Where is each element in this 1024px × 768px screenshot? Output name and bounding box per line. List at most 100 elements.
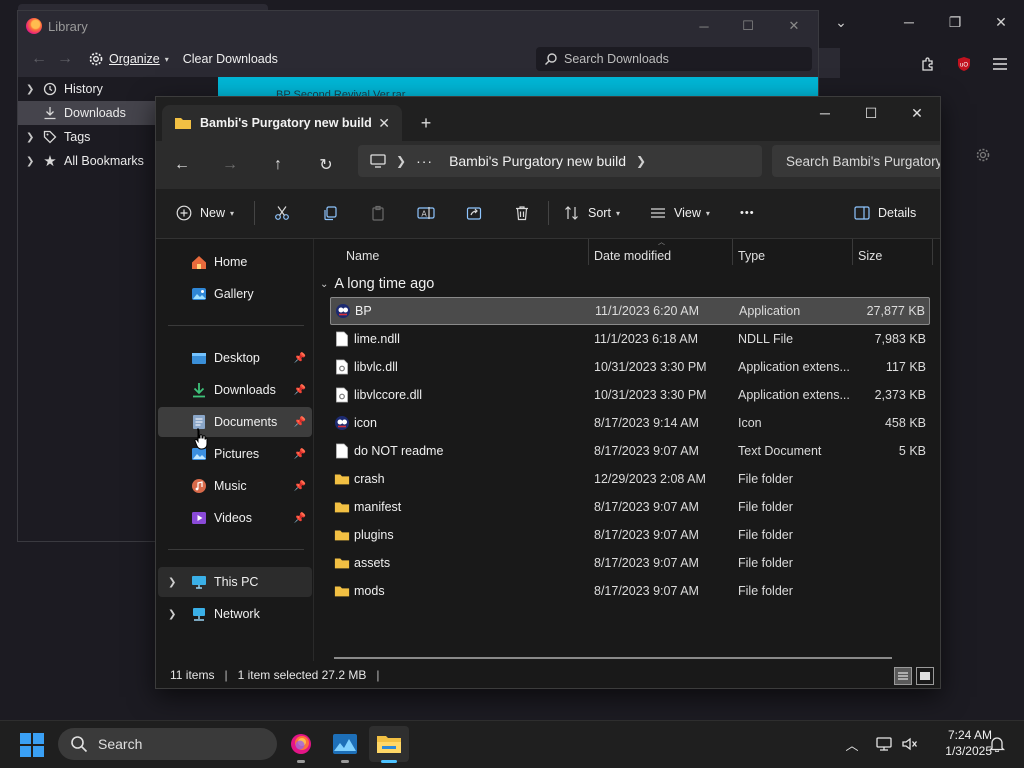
file-row[interactable]: mods 8/17/2023 9:07 AM File folder [330, 577, 930, 605]
rename-icon[interactable]: A [408, 197, 444, 229]
taskbar-firefox-icon[interactable] [281, 726, 321, 762]
group-header[interactable]: ⌄ A long time ago [320, 273, 434, 295]
delete-trash-icon[interactable] [504, 197, 540, 229]
forward-arrow-icon[interactable]: → [52, 50, 78, 68]
refresh-icon[interactable]: ↻ [306, 145, 346, 185]
firefox-tab-list-chevron-icon[interactable]: ⌄ [818, 8, 864, 36]
clear-downloads-button[interactable]: Clear Downloads [183, 52, 278, 66]
sort-button[interactable]: Sort ▾ [564, 197, 620, 229]
breadcrumb-more-icon[interactable]: ··· [416, 153, 433, 169]
new-tab-plus-icon[interactable]: + [412, 109, 440, 137]
nav-item-home[interactable]: Home [158, 247, 312, 277]
firefox-urlbar-edge[interactable] [818, 48, 840, 78]
system-clock[interactable]: 7:24 AM 1/3/2025 [922, 727, 992, 759]
taskbar-file-explorer-icon[interactable] [369, 726, 409, 762]
nav-item-videos[interactable]: Videos 📌 [158, 503, 312, 533]
file-row[interactable]: plugins 8/17/2023 9:07 AM File folder [330, 521, 930, 549]
pin-icon[interactable]: 📌 [294, 449, 306, 460]
file-row[interactable]: assets 8/17/2023 9:07 AM File folder [330, 549, 930, 577]
breadcrumb-chevron-icon[interactable]: ❯ [636, 154, 646, 168]
view-button[interactable]: View ▾ [650, 197, 710, 229]
pin-icon[interactable]: 📌 [294, 513, 306, 524]
paste-icon[interactable] [360, 197, 396, 229]
expander-chevron-icon[interactable]: ❯ [26, 156, 40, 167]
windows-start-icon[interactable] [20, 733, 44, 757]
explorer-close-button[interactable]: ✕ [894, 99, 940, 127]
column-divider[interactable] [932, 239, 933, 265]
file-row[interactable]: icon 8/17/2023 9:14 AM Icon 458 KB [330, 409, 930, 437]
details-view-icon[interactable] [894, 667, 912, 685]
breadcrumb-current[interactable]: Bambi's Purgatory new build [449, 153, 626, 169]
pin-icon[interactable]: 📌 [294, 417, 306, 428]
copy-icon[interactable] [312, 197, 348, 229]
nav-item-documents[interactable]: Documents 📌 [158, 407, 312, 437]
firefox-minimize-button[interactable]: ─ [886, 8, 932, 36]
file-row[interactable]: libvlccore.dll 10/31/2023 3:30 PM Applicat… [330, 381, 930, 409]
file-name: mods [354, 584, 385, 598]
column-header-type[interactable]: Type [730, 243, 850, 269]
file-date: 8/17/2023 9:07 AM [594, 528, 699, 542]
show-hidden-icons-chevron-icon[interactable]: ︿ [840, 732, 864, 756]
new-button[interactable]: New ▾ [176, 197, 234, 229]
expand-chevron-icon[interactable]: ❯ [168, 577, 176, 588]
expand-chevron-icon[interactable]: ❯ [168, 609, 176, 620]
file-row[interactable]: lime.ndll 11/1/2023 6:18 AM NDLL File 7,983… [330, 325, 930, 353]
pin-icon[interactable]: 📌 [294, 353, 306, 364]
close-tab-icon[interactable]: ✕ [378, 115, 390, 132]
file-row[interactable]: libvlc.dll 10/31/2023 3:30 PM Application … [330, 353, 930, 381]
cut-icon[interactable] [264, 197, 300, 229]
taskbar-search[interactable]: Search [58, 728, 277, 760]
file-row[interactable]: manifest 8/17/2023 9:07 AM File folder [330, 493, 930, 521]
explorer-minimize-button[interactable]: ─ [802, 99, 848, 127]
back-arrow-icon[interactable]: ← [162, 145, 202, 185]
taskbar-app-icon[interactable] [325, 726, 365, 762]
nav-item-this-pc[interactable]: ❯ This PC [158, 567, 312, 597]
file-row[interactable]: BP 11/1/2023 6:20 AM Application 27,877 KB [330, 297, 930, 325]
forward-arrow-icon[interactable]: → [210, 145, 250, 185]
nav-item-downloads[interactable]: Downloads 📌 [158, 375, 312, 405]
nav-item-music[interactable]: Music 📌 [158, 471, 312, 501]
file-explorer-window: Bambi's Purgatory new build ✕ + ─ ☐ ✕ ← … [155, 96, 941, 689]
library-minimize-button[interactable]: ─ [682, 15, 726, 37]
back-arrow-icon[interactable]: ← [26, 50, 52, 68]
file-row[interactable]: do NOT readme 8/17/2023 9:07 AM Text Docum… [330, 437, 930, 465]
expander-chevron-icon[interactable]: ❯ [26, 132, 40, 143]
settings-gear-icon[interactable] [968, 140, 998, 170]
file-name: libvlc.dll [354, 360, 398, 374]
volume-muted-icon[interactable] [898, 732, 922, 756]
explorer-tab[interactable]: Bambi's Purgatory new build ✕ [162, 105, 402, 141]
more-options-button[interactable]: ••• [740, 197, 755, 229]
ublock-origin-icon[interactable]: uO [944, 46, 984, 82]
expander-chevron-icon[interactable]: ❯ [26, 84, 40, 95]
up-arrow-icon[interactable]: ↑ [258, 145, 298, 185]
column-header-size[interactable]: Size [850, 243, 930, 269]
firefox-restore-button[interactable]: ❐ [932, 8, 978, 36]
pin-icon[interactable]: 📌 [294, 385, 306, 396]
network-status-icon[interactable] [872, 732, 896, 756]
file-type: File folder [738, 556, 793, 570]
library-close-button[interactable]: ✕ [772, 15, 816, 37]
notification-bell-icon[interactable] [985, 732, 1009, 756]
explorer-maximize-button[interactable]: ☐ [848, 99, 894, 127]
column-header-name[interactable]: Name [338, 243, 588, 269]
library-search-input[interactable]: Search Downloads [536, 47, 812, 71]
explorer-search-input[interactable]: Search Bambi's Purgatory [772, 145, 940, 177]
pin-icon[interactable]: 📌 [294, 481, 306, 492]
extensions-puzzle-icon[interactable] [908, 46, 948, 82]
organize-button[interactable]: Organize ▾ [88, 51, 169, 67]
dll-file-icon [334, 359, 350, 375]
hamburger-menu-icon[interactable] [980, 46, 1020, 82]
horizontal-scrollbar[interactable] [334, 657, 892, 659]
nav-item-pictures[interactable]: Pictures 📌 [158, 439, 312, 469]
nav-item-network[interactable]: ❯ Network [158, 599, 312, 629]
tiles-view-icon[interactable] [916, 667, 934, 685]
library-maximize-button[interactable]: ☐ [726, 15, 770, 37]
address-bar[interactable]: ❯ ··· Bambi's Purgatory new build ❯ [358, 145, 762, 177]
nav-item-desktop[interactable]: Desktop 📌 [158, 343, 312, 373]
nav-item-gallery[interactable]: Gallery [158, 279, 312, 309]
file-row[interactable]: crash 12/29/2023 2:08 AM File folder [330, 465, 930, 493]
firefox-close-button[interactable]: ✕ [978, 8, 1024, 36]
details-pane-button[interactable]: Details [854, 197, 916, 229]
collapse-chevron-icon[interactable]: ⌄ [320, 279, 328, 290]
share-icon[interactable] [456, 197, 492, 229]
